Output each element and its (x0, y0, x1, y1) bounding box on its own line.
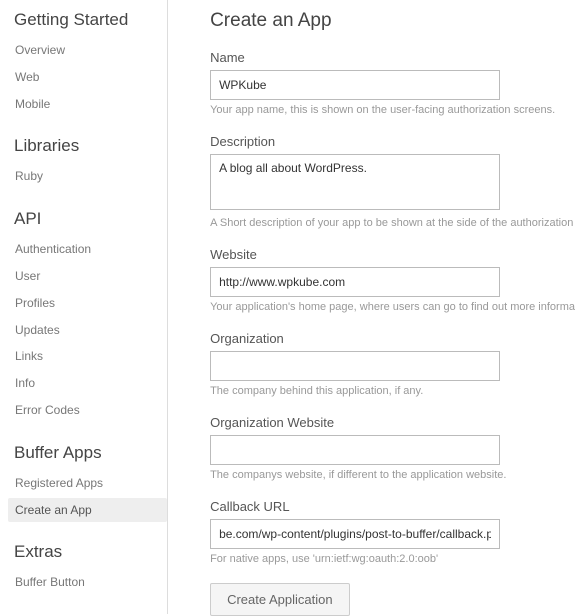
nav-header: Libraries (14, 136, 167, 156)
field-callback-url: Callback URL For native apps, use 'urn:i… (210, 499, 575, 565)
field-description: Description A Short description of your … (210, 134, 575, 229)
sidebar-item-ruby[interactable]: Ruby (14, 164, 167, 189)
input-callback-url[interactable] (210, 519, 500, 549)
nav-section-getting-started: Getting Started Overview Web Mobile (14, 10, 167, 116)
sidebar-item-user[interactable]: User (14, 264, 167, 289)
sidebar: Getting Started Overview Web Mobile Libr… (0, 0, 168, 614)
create-application-button[interactable]: Create Application (210, 583, 350, 616)
nav-section-buffer-apps: Buffer Apps Registered Apps Create an Ap… (14, 443, 167, 523)
field-organization-website: Organization Website The companys websit… (210, 415, 575, 481)
input-organization[interactable] (210, 351, 500, 381)
nav-section-api: API Authentication User Profiles Updates… (14, 209, 167, 423)
sidebar-item-mobile[interactable]: Mobile (14, 92, 167, 117)
field-name: Name Your app name, this is shown on the… (210, 50, 575, 116)
nav-header: API (14, 209, 167, 229)
sidebar-item-overview[interactable]: Overview (14, 38, 167, 63)
nav-header: Buffer Apps (14, 443, 167, 463)
help-website: Your application's home page, where user… (210, 301, 575, 313)
nav-section-extras: Extras Buffer Button (14, 542, 167, 595)
input-organization-website[interactable] (210, 435, 500, 465)
label-organization: Organization (210, 331, 575, 346)
input-website[interactable] (210, 267, 500, 297)
sidebar-item-web[interactable]: Web (14, 65, 167, 90)
sidebar-item-authentication[interactable]: Authentication (14, 237, 167, 262)
field-organization: Organization The company behind this app… (210, 331, 575, 397)
label-website: Website (210, 247, 575, 262)
sidebar-item-buffer-button[interactable]: Buffer Button (14, 570, 167, 595)
help-description: A Short description of your app to be sh… (210, 217, 575, 229)
label-callback-url: Callback URL (210, 499, 575, 514)
label-name: Name (210, 50, 575, 65)
help-name: Your app name, this is shown on the user… (210, 104, 575, 116)
page-title: Create an App (210, 10, 575, 32)
main-content: Create an App Name Your app name, this i… (168, 0, 575, 614)
field-website: Website Your application's home page, wh… (210, 247, 575, 313)
nav-header: Getting Started (14, 10, 167, 30)
sidebar-item-info[interactable]: Info (14, 371, 167, 396)
input-name[interactable] (210, 70, 500, 100)
label-description: Description (210, 134, 575, 149)
sidebar-item-profiles[interactable]: Profiles (14, 291, 167, 316)
nav-header: Extras (14, 542, 167, 562)
help-callback-url: For native apps, use 'urn:ietf:wg:oauth:… (210, 553, 575, 565)
help-organization: The company behind this application, if … (210, 385, 575, 397)
sidebar-item-registered-apps[interactable]: Registered Apps (14, 471, 167, 496)
label-organization-website: Organization Website (210, 415, 575, 430)
sidebar-item-error-codes[interactable]: Error Codes (14, 398, 167, 423)
help-organization-website: The companys website, if different to th… (210, 469, 575, 481)
nav-section-libraries: Libraries Ruby (14, 136, 167, 189)
sidebar-item-links[interactable]: Links (14, 344, 167, 369)
input-description[interactable] (210, 154, 500, 210)
sidebar-item-create-an-app[interactable]: Create an App (8, 498, 167, 523)
sidebar-item-updates[interactable]: Updates (14, 318, 167, 343)
